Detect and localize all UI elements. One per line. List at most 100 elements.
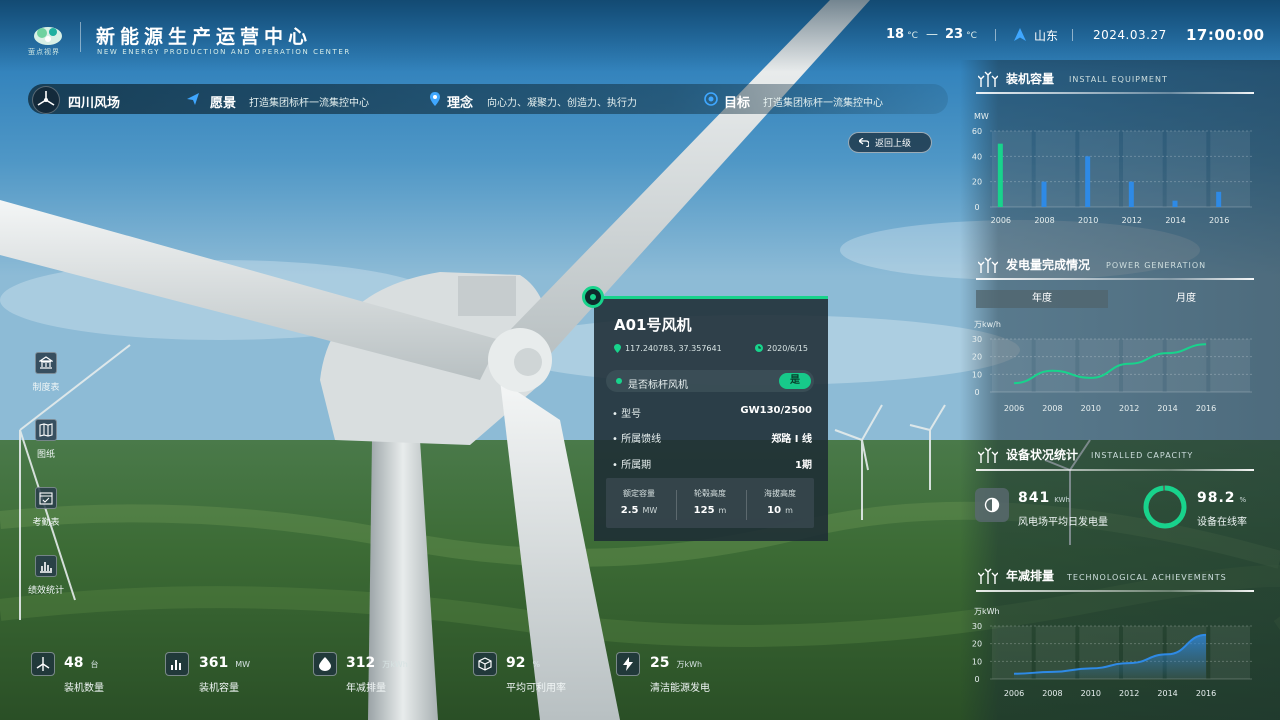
reduction-section-title: 年减排量 — [1006, 569, 1055, 583]
turbine-location-pin-icon[interactable] — [582, 286, 604, 308]
avg-daily-generation-label: 风电场平均日发电量 — [1018, 517, 1108, 528]
x-tick-label: 2010 — [1078, 216, 1098, 225]
feeder-label: • 所属馈线 — [612, 434, 662, 445]
paper-plane-icon — [187, 93, 199, 105]
sidebar-item-performance[interactable]: 绩效统计 — [24, 555, 68, 596]
emission-reduction-chart: 万kWh 0 10 20 30 2006 2008 2010 2012 2014 2016 — [972, 607, 1252, 698]
emission-reduction-value: 312 万kWh — [346, 655, 408, 671]
reduction-section-subtitle: TECHNOLOGICAL ACHIEVEMENTS — [1067, 573, 1227, 582]
emission-reduction-label: 年减排量 — [346, 683, 386, 694]
turbine-count-label: 装机数量 — [64, 683, 104, 694]
wind-turbine-icon[interactable] — [32, 86, 60, 114]
goal-value: 打造集团标杆一流集控中心 — [763, 98, 883, 109]
time-display: 17:00:00 — [1186, 26, 1265, 44]
wind-farm-name[interactable]: 四川风场 — [68, 92, 120, 111]
feeder-value: 郑路 I 线 — [771, 434, 812, 445]
column-band — [992, 626, 1032, 679]
hub-height-stat: 轮毂高度 125 m — [693, 489, 727, 516]
back-button-label: 返回上级 — [875, 139, 912, 149]
temperature-dash: — — [926, 27, 938, 41]
y-tick-label: 60 — [972, 127, 982, 136]
water-drop-icon — [313, 652, 337, 676]
x-tick-label: 2016 — [1196, 689, 1216, 698]
clean-energy-label: 清洁能源发电 — [650, 683, 710, 694]
sidebar-item-label: 考勤表 — [32, 518, 60, 528]
x-tick-label: 2008 — [1042, 689, 1062, 698]
header-divider — [1072, 29, 1073, 41]
x-tick-label: 2010 — [1081, 689, 1101, 698]
section-divider — [976, 278, 1254, 280]
bar — [1216, 191, 1222, 207]
generation-section-subtitle: POWER GENERATION — [1106, 261, 1207, 270]
goal-label: 目标 — [724, 96, 751, 111]
x-tick-label: 2014 — [1157, 689, 1177, 698]
tab-monthly[interactable]: 月度 — [1120, 290, 1252, 308]
calendar-check-icon — [35, 487, 57, 509]
cube-icon — [473, 652, 497, 676]
sidebar-item-rules[interactable]: 制度表 — [24, 352, 68, 393]
install-section-subtitle: INSTALL EQUIPMENT — [1069, 75, 1168, 84]
wind-turbine-icon — [978, 447, 998, 463]
back-button[interactable]: 返回上级 — [848, 132, 932, 153]
turbine-coordinates: 117.240783, 37.357641 — [625, 344, 722, 353]
y-axis-unit-label: 万kw/h — [974, 320, 1001, 329]
page-subtitle: NEW ENERGY PRODUCTION AND OPERATION CENT… — [97, 48, 351, 56]
sidebar-item-attendance[interactable]: 考勤表 — [24, 487, 68, 528]
navigation-arrow-icon — [1014, 28, 1026, 41]
section-divider — [976, 469, 1254, 471]
x-tick-label: 2010 — [1081, 404, 1101, 413]
x-tick-label: 2006 — [991, 216, 1011, 225]
y-axis-unit-label: MW — [974, 112, 989, 121]
wind-turbine-icon — [978, 257, 998, 273]
benchmark-label: 是否标杆风机 — [628, 380, 688, 391]
wind-turbine-icon — [978, 71, 998, 87]
status-section-subtitle: INSTALLED CAPACITY — [1091, 451, 1194, 460]
phase-label: • 所属期 — [612, 460, 652, 471]
status-section-title: 设备状况统计 — [1006, 448, 1079, 462]
sidebar-item-label: 制度表 — [32, 383, 60, 393]
temperature-low: 18 °C — [886, 27, 918, 42]
sidebar-item-label: 图纸 — [36, 450, 55, 460]
logo-text: 萤点视界 — [28, 48, 60, 56]
bar — [997, 143, 1003, 207]
x-tick-label: 2012 — [1119, 689, 1139, 698]
column-band — [1123, 339, 1163, 392]
sidebar-item-label: 绩效统计 — [27, 586, 64, 596]
x-tick-label: 2006 — [1004, 689, 1024, 698]
availability-label: 平均可利用率 — [506, 683, 566, 694]
y-tick-label: 40 — [972, 152, 982, 161]
installed-capacity-label: 装机容量 — [199, 683, 239, 694]
column-band — [1166, 339, 1207, 392]
vision-label: 愿景 — [210, 96, 237, 111]
install-section-title: 装机容量 — [1006, 72, 1055, 86]
page-title: 新能源生产运营中心 — [96, 26, 313, 48]
date-display: 2024.03.27 — [1093, 28, 1167, 42]
rated-capacity-stat: 额定容量 2.5 MW — [620, 489, 658, 516]
availability-value: 92% — [506, 655, 541, 671]
status-dot-icon — [616, 378, 622, 384]
column-band — [992, 339, 1032, 392]
coordinate-pin-icon — [614, 344, 621, 353]
vision-value: 打造集团标杆一流集控中心 — [249, 98, 369, 109]
phase-value: 1期 — [795, 460, 812, 471]
return-arrow-icon — [859, 138, 869, 147]
location-label[interactable]: 山东 — [1034, 27, 1058, 44]
sidebar-item-drawings[interactable]: 图纸 — [24, 419, 68, 460]
logo-divider — [80, 22, 81, 52]
online-rate-ring — [1143, 485, 1187, 529]
map-pin-icon — [430, 92, 440, 106]
lightning-icon — [616, 652, 640, 676]
tab-yearly[interactable]: 年度 — [976, 290, 1108, 308]
x-tick-label: 2008 — [1042, 404, 1062, 413]
target-icon — [704, 92, 718, 106]
y-tick-label: 20 — [972, 640, 982, 649]
y-tick-label: 30 — [972, 622, 982, 631]
online-rate-value: 98.2% — [1197, 490, 1247, 506]
section-divider — [976, 92, 1254, 94]
section-divider — [976, 590, 1254, 592]
column-band — [1210, 626, 1250, 679]
concept-value: 向心力、凝聚力、创造力、执行力 — [487, 98, 637, 109]
y-tick-label: 0 — [974, 675, 979, 684]
x-tick-label: 2008 — [1034, 216, 1054, 225]
install-capacity-chart: MW 0 20 40 60 2006 2008 2010 2012 2014 2016 — [972, 112, 1252, 225]
